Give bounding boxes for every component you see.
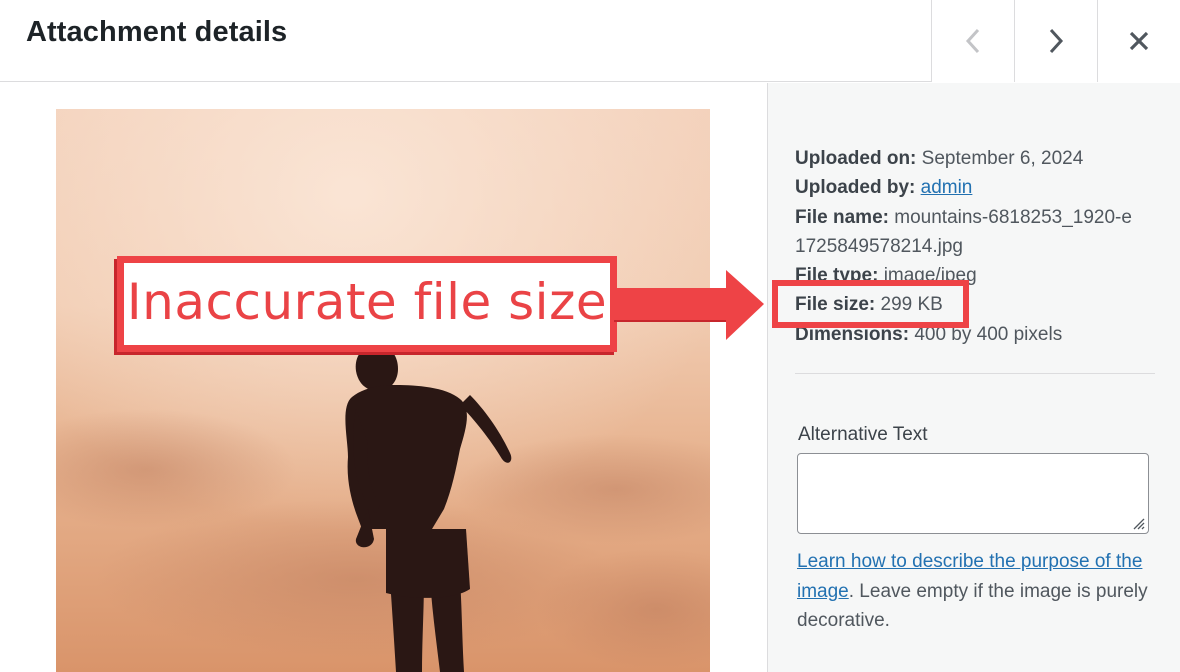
previous-attachment-button[interactable] <box>931 0 1014 82</box>
file-size-highlight-box <box>772 280 969 328</box>
uploaded-by-link[interactable]: admin <box>921 177 973 198</box>
alt-text-help: Learn how to describe the purpose of the… <box>797 547 1157 636</box>
uploaded-on-value: September 6, 2024 <box>921 148 1084 169</box>
chevron-right-icon <box>1049 28 1064 54</box>
file-name-row: File name: mountains-6818253_1920-e17258… <box>795 203 1135 262</box>
modal-header: Attachment details <box>0 0 1180 82</box>
annotation-callout: Inaccurate file size <box>117 256 617 352</box>
alt-text-help-text: . Leave empty if the image is purely dec… <box>797 580 1148 632</box>
annotation-arrow-icon <box>614 270 764 340</box>
close-icon <box>1129 31 1149 51</box>
alt-text-textarea[interactable] <box>797 453 1149 534</box>
resize-handle-icon[interactable] <box>1131 516 1145 530</box>
next-attachment-button[interactable] <box>1014 0 1097 82</box>
uploaded-by-row: Uploaded by: admin <box>795 173 1165 202</box>
file-name-label: File name: <box>795 206 889 228</box>
attachment-details-sidebar: Uploaded on: September 6, 2024 Uploaded … <box>767 83 1180 672</box>
uploaded-on-label: Uploaded on: <box>795 148 917 169</box>
modal-title: Attachment details <box>26 16 288 48</box>
annotation-callout-text: Inaccurate file size <box>126 273 608 331</box>
media-preview-area <box>0 83 767 672</box>
section-divider <box>795 373 1155 374</box>
attachment-image <box>56 109 710 672</box>
alt-text-label: Alternative Text <box>798 424 928 445</box>
uploaded-on-row: Uploaded on: September 6, 2024 <box>795 144 1165 173</box>
chevron-left-icon <box>965 28 980 54</box>
uploaded-by-label: Uploaded by: <box>795 177 916 199</box>
close-button[interactable] <box>1097 0 1180 82</box>
